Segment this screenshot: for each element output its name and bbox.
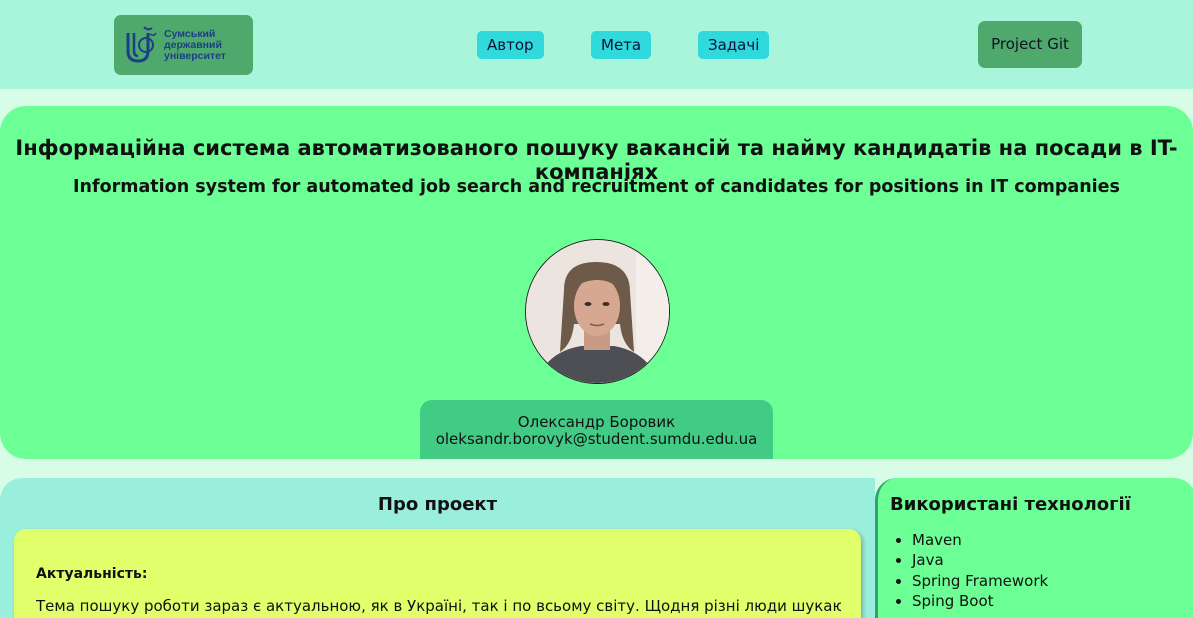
actuality-label: Актуальність:	[36, 566, 148, 582]
technology-item: Spring Framework	[912, 571, 1048, 591]
hero-section: Інформаційна система автоматизованого по…	[0, 106, 1193, 459]
nav-goal-button[interactable]: Мета	[591, 31, 652, 59]
technologies-title: Використані технології	[890, 494, 1131, 515]
author-photo-icon	[526, 240, 669, 383]
technology-item: Maven	[912, 530, 1048, 550]
project-git-button[interactable]: Project Git	[978, 21, 1082, 68]
technology-item: Java	[912, 550, 1048, 570]
nav-tasks-button[interactable]: Задачі	[698, 31, 770, 59]
author-email[interactable]: oleksandr.borovyk@student.sumdu.edu.ua	[420, 431, 773, 448]
sumdu-emblem-icon	[126, 26, 157, 63]
author-avatar	[525, 239, 670, 384]
about-section: Про проект Актуальність: Тема пошуку роб…	[0, 478, 875, 618]
logo-text-line1: Сумський	[164, 27, 216, 40]
technology-item: Sping Boot	[912, 591, 1048, 611]
actuality-card: Актуальність: Тема пошуку роботи зараз є…	[14, 529, 861, 618]
logo-text-line3: університет	[164, 49, 226, 62]
author-card: Олександр Боровик oleksandr.borovyk@stud…	[420, 400, 773, 459]
nav-author-button[interactable]: Автор	[477, 31, 544, 59]
logo-text-line2: державний	[164, 38, 222, 51]
logo-text: Сумський державний університет	[164, 27, 226, 62]
technologies-section: Використані технології Maven Java Spring…	[875, 478, 1193, 618]
about-title: Про проект	[377, 494, 498, 515]
sumdu-logo[interactable]: Сумський державний університет	[114, 15, 253, 75]
project-title-en: Information system for automated job sea…	[73, 177, 1120, 197]
actuality-text: Тема пошуку роботи зараз є актуальною, я…	[36, 597, 841, 615]
header: Сумський державний університет Автор Мет…	[0, 0, 1193, 89]
author-name: Олександр Боровик	[517, 413, 676, 431]
technologies-list: Maven Java Spring Framework Sping Boot	[890, 530, 1048, 611]
